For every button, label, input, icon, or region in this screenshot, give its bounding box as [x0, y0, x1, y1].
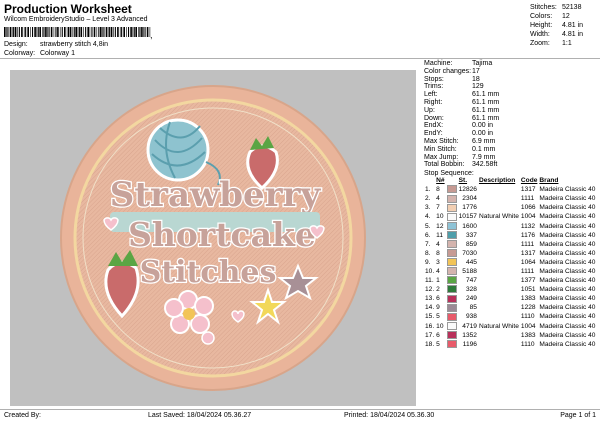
stop-sequence-row: 2. 4 2304 1111 Madeira Classic 40 [425, 194, 596, 203]
thread-color-swatch [446, 221, 457, 230]
thread-color-swatch [446, 212, 457, 221]
svg-text:Stitches: Stitches [140, 255, 277, 290]
stop-sequence-row: 10. 4 5188 1111 Madeira Classic 40 [425, 267, 596, 276]
machine-info-row: EndX: 0.00 in [424, 122, 494, 130]
thread-color-swatch [446, 203, 457, 212]
machine-info-row: Max Stitch: 6.9 mm [424, 137, 496, 145]
colorway-row: Colorway: Colorway 1 [4, 50, 75, 57]
machine-info-row: Left: 61.1 mm [424, 91, 500, 99]
machine-info-row: Machine: Tajima [424, 60, 493, 67]
thread-color-swatch [446, 230, 457, 239]
thread-color-swatch [446, 340, 457, 348]
stop-sequence-row: 12. 2 328 1051 Madeira Classic 40 [425, 285, 596, 294]
thread-color-swatch [446, 267, 457, 276]
stitch-count: 52138 [562, 4, 582, 11]
stop-sequence-row: 16. 10 4719 Natural White 1004 Madeira Classi… [425, 321, 596, 330]
stop-sequence-row: 6. 11 337 1176 Madeira Classic 40 [425, 230, 596, 239]
stop-sequence-row: 11. 1 747 1377 Madeira Classic 40 [425, 276, 596, 285]
stop-sequence-row: 3. 7 1776 1066 Madeira Classic 40 [425, 203, 596, 212]
stop-sequence-row: 14. 9 85 1228 Madeira Classic 40 [425, 303, 596, 312]
colorway-name: Colorway 1 [39, 50, 75, 57]
design-preview: Strawberry Shortcake Stitches [10, 70, 416, 406]
stop-sequence-row: 15. 5 938 1110 Madeira Classic 40 [425, 312, 596, 321]
width-value: 4.81 in [562, 31, 584, 38]
thread-color-swatch [446, 321, 457, 330]
thread-color-swatch [446, 312, 457, 321]
thread-color-swatch [446, 258, 457, 267]
stop-sequence-title: Stop Sequence: [424, 170, 474, 178]
color-count: 12 [562, 13, 570, 20]
last-saved: Last Saved: 18/04/2024 05.36.27 [148, 412, 252, 419]
page-number: Page 1 of 1 [560, 412, 596, 419]
stop-sequence-row: 13. 6 249 1383 Madeira Classic 40 [425, 294, 596, 303]
design-stats: Stitches: 52138 Colors: 12 Height: 4.81 in … [530, 3, 596, 48]
stop-sequence-row: 17. 6 1352 1383 Madeira Classic 40 [425, 330, 596, 339]
machine-info-row: Color changes: 17 [424, 67, 480, 75]
barcode [4, 27, 151, 37]
design-row: Design: strawberry stitch 4,8in [4, 41, 109, 48]
svg-text:Shortcake: Shortcake [128, 215, 316, 254]
thread-color-swatch [446, 185, 457, 194]
thread-color-swatch [446, 330, 457, 339]
software-name: Wilcom EmbroideryStudio – Level 3 Advanc… [4, 16, 148, 23]
machine-info-row: Down: 61.1 mm [424, 114, 500, 122]
created-by: Created By: [4, 412, 41, 419]
stop-sequence-row: 5. 12 1600 1132 Madeira Classic 40 [425, 221, 596, 230]
thread-color-swatch [446, 249, 457, 258]
machine-info-row: Max Jump: 7.9 mm [424, 153, 496, 161]
machine-info-row: Right: 61.1 mm [424, 98, 500, 106]
zoom-value: 1:1 [562, 40, 572, 47]
header-divider [0, 58, 600, 59]
thread-color-swatch [446, 194, 457, 203]
machine-info-row: EndY: 0.00 in [424, 130, 494, 138]
machine-info-row: Min Stitch: 0.1 mm [424, 145, 496, 153]
svg-text:Strawberry: Strawberry [110, 175, 322, 215]
thread-color-swatch [446, 294, 457, 303]
footer-divider [0, 409, 600, 410]
machine-info-row: Trims: 129 [424, 83, 484, 91]
thread-color-swatch [446, 239, 457, 248]
worksheet-title: Production Worksheet [4, 2, 132, 16]
stop-sequence-row: 8. 8 7030 1317 Madeira Classic 40 [425, 249, 596, 258]
embroidery-artwork: Strawberry Shortcake Stitches [60, 85, 366, 391]
stop-sequence-row: 18. 5 1196 1110 Madeira Classic 40 [425, 340, 596, 348]
thread-color-swatch [446, 276, 457, 285]
height-value: 4.81 in [562, 22, 584, 29]
stop-sequence-row: 1. 8 12826 1317 Madeira Classic 40 [425, 185, 596, 194]
stop-sequence-table: N# St. Description Code Brand 1. 8 12826 13… [425, 177, 596, 348]
thread-color-swatch [446, 303, 457, 312]
design-name: strawberry stitch 4,8in [39, 41, 109, 48]
machine-info-row: Up: 61.1 mm [424, 106, 500, 114]
machine-info-panel: Machine: Tajima Color changes: 17 Stops: 18 Tr… [424, 60, 596, 349]
stop-sequence-row: 7. 4 859 1111 Madeira Classic 40 [425, 239, 596, 248]
stop-sequence-row: 9. 3 445 1064 Madeira Classic 40 [425, 258, 596, 267]
thread-color-swatch [446, 285, 457, 294]
machine-info-row: Total Bobbin: 342.58ft [424, 161, 498, 169]
barcode-tail: , [150, 30, 153, 40]
machine-info-row: Stops: 18 [424, 75, 480, 83]
stop-sequence-row: 4. 10 10157 Natural White 1004 Madeira Classi… [425, 212, 596, 221]
printed-date: Printed: 18/04/2024 05.36.30 [344, 412, 435, 419]
